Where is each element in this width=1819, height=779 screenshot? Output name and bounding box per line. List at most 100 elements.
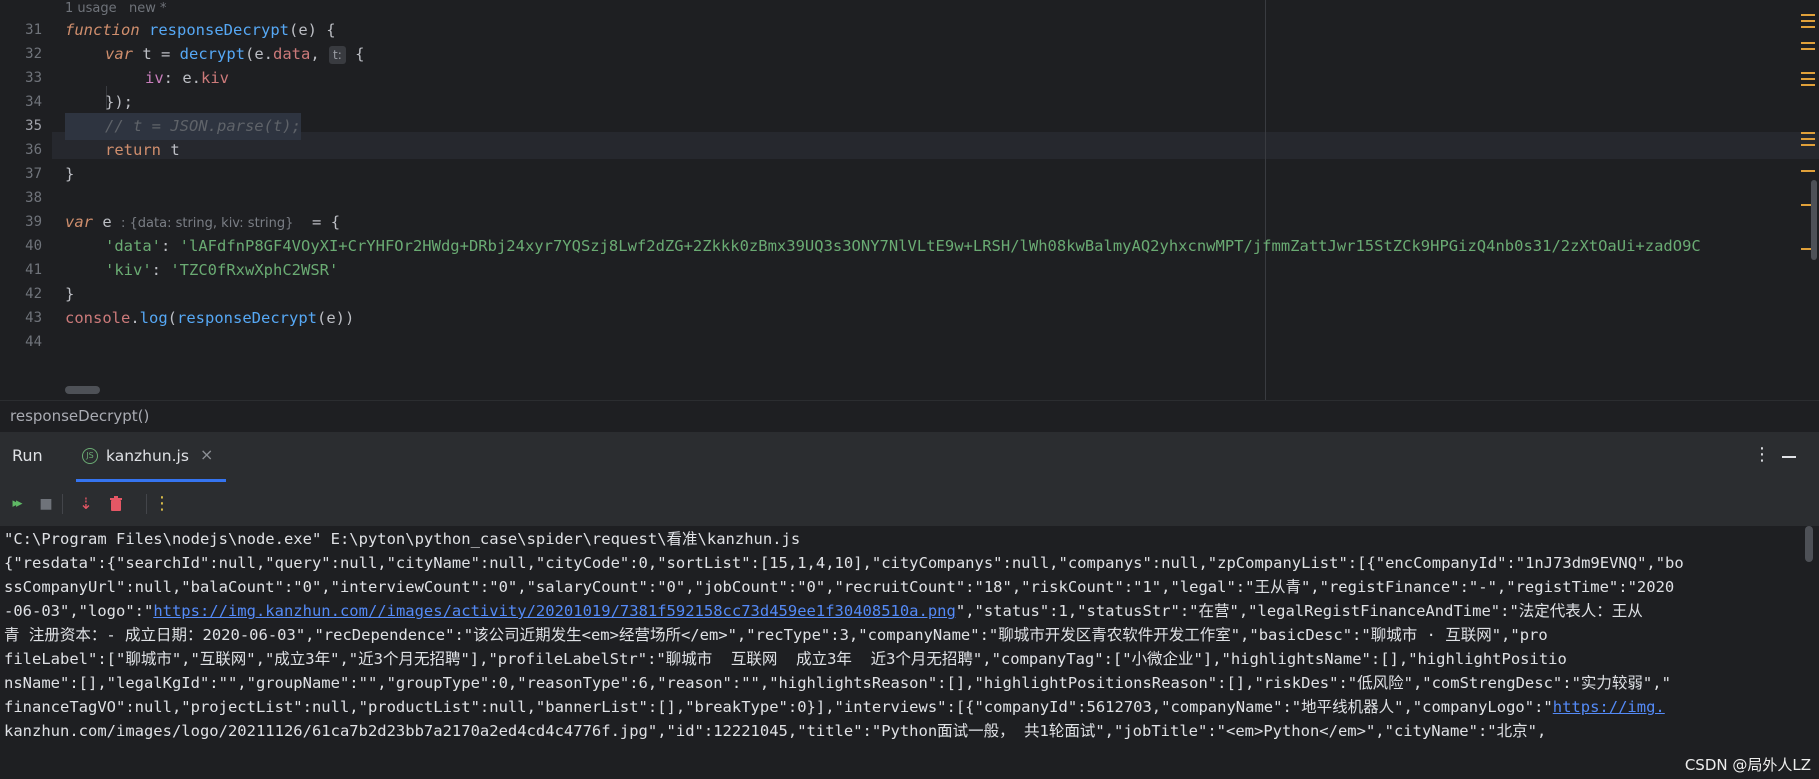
- code-text: {: [345, 45, 365, 63]
- code-line-34: });: [105, 89, 133, 116]
- function-name: responseDecrypt: [149, 21, 289, 39]
- more-options-icon[interactable]: ⋮: [152, 494, 172, 514]
- property: iv: [145, 69, 164, 87]
- line-number: 31: [25, 22, 42, 38]
- code-text: (e) {: [288, 21, 336, 39]
- code-text: t: [161, 141, 180, 159]
- code-line-33: iv: e.kiv: [145, 65, 229, 92]
- console-line: kanzhun.com/images/logo/20211126/61ca7b2…: [4, 722, 1547, 740]
- console-text: financeTagVO":null,"projectList":null,"p…: [4, 698, 1553, 716]
- comment: // t = JSON.parse(t);: [105, 117, 301, 135]
- console-output[interactable]: "C:\Program Files\nodejs\node.exe" E:\py…: [0, 526, 1819, 779]
- console-line: ssCompanyUrl":null,"balaCount":"0","inte…: [4, 578, 1675, 596]
- code-line-43: console.log(responseDecrypt(e)): [65, 305, 354, 332]
- code-line-37: }: [65, 161, 74, 188]
- run-toolbar: ▸▸ ■ ⇣ ⋮: [0, 482, 1819, 526]
- line-number: 38: [25, 190, 42, 206]
- code-text: ,: [310, 45, 329, 63]
- keyword: var: [105, 45, 133, 63]
- line-number: 34: [25, 94, 42, 110]
- breadcrumb-item[interactable]: responseDecrypt(): [10, 407, 149, 425]
- code-text: }: [65, 165, 75, 183]
- code-text: (e)): [317, 309, 355, 327]
- tab-label: kanzhun.js: [106, 447, 189, 465]
- code-line-42: }: [65, 281, 74, 308]
- console-link[interactable]: https://img.kanzhun.com//images/activity…: [153, 602, 956, 620]
- type-hint: : {data: string, kiv: string}: [121, 216, 294, 231]
- console-line: financeTagVO":null,"projectList":null,"p…: [4, 694, 1665, 721]
- stop-icon[interactable]: ■: [36, 494, 56, 514]
- string: 'lAFdfnP8GF4VOyXI+CrYHFOr2HWdg+DRbj24xyr…: [179, 237, 1701, 255]
- console-link[interactable]: https://img.: [1553, 698, 1665, 716]
- code-text: :: [151, 261, 171, 279]
- code-editor[interactable]: 31 32 33 34 35 36 37 38 39 40 41 42 43 4…: [0, 0, 1819, 400]
- code-text: : e.: [163, 69, 201, 87]
- code-text: });: [105, 93, 133, 111]
- line-number: 32: [25, 46, 42, 62]
- delete-icon[interactable]: [108, 496, 124, 512]
- console-text: ","status":1,"statusStr":"在营","legalRegi…: [955, 602, 1643, 620]
- code-line-32: var t = decrypt(e.data, t: {: [105, 41, 364, 68]
- line-number: 42: [25, 286, 42, 302]
- line-number: 44: [25, 334, 42, 350]
- keyword: var: [65, 213, 93, 231]
- console-line: 青 注册资本：- 成立日期：2020-06-03","recDependence…: [4, 626, 1548, 644]
- run-tool-window-header: Run JS kanzhun.js × ⋮: [0, 431, 1819, 482]
- keyword: return: [105, 141, 161, 159]
- editor-horizontal-scrollbar[interactable]: [65, 386, 100, 394]
- tab-kanzhun-js[interactable]: JS kanzhun.js ×: [76, 432, 226, 482]
- console-command: "C:\Program Files\nodejs\node.exe" E:\py…: [4, 530, 801, 548]
- code-line-40: 'data': 'lAFdfnP8GF4VOyXI+CrYHFOr2HWdg+D…: [105, 233, 1701, 260]
- error-stripe[interactable]: [1797, 0, 1819, 400]
- code-text: .: [130, 309, 140, 327]
- line-number: 37: [25, 166, 42, 182]
- line-number: 39: [25, 214, 42, 230]
- toolbar-separator: [62, 494, 63, 514]
- console-scrollbar[interactable]: [1805, 526, 1813, 562]
- line-number: 35: [25, 118, 42, 134]
- string: 'data': [105, 237, 161, 255]
- minimize-icon[interactable]: [1782, 456, 1796, 458]
- keyword: function: [65, 21, 140, 39]
- string: 'TZC0fRxwXphC2WSR': [170, 261, 339, 279]
- line-number: 33: [25, 70, 42, 86]
- nodejs-icon: JS: [82, 448, 98, 464]
- string: 'kiv': [105, 261, 152, 279]
- toolbar-separator: [146, 494, 147, 514]
- code-line-39: var e : {data: string, kiv: string} = {: [65, 209, 340, 236]
- code-line-36: return t: [105, 137, 180, 164]
- watermark: CSDN @局外人LZ: [1684, 756, 1811, 774]
- code-content[interactable]: function responseDecrypt(e) { var t = de…: [65, 0, 1819, 400]
- property: data: [273, 45, 311, 63]
- breadcrumb[interactable]: responseDecrypt(): [0, 400, 1819, 431]
- code-text: (: [167, 309, 178, 327]
- console-text: -06-03","logo":": [4, 602, 154, 620]
- parameter-hint: t:: [329, 46, 346, 64]
- console-line: nsName":[],"legalKgId":"","groupName":""…: [4, 674, 1671, 692]
- code-text: = {: [293, 213, 341, 231]
- function-call: log: [139, 309, 168, 327]
- function-call: decrypt: [179, 45, 245, 63]
- rerun-icon[interactable]: ▸▸: [6, 494, 26, 514]
- line-number-gutter: 31 32 33 34 35 36 37 38 39 40 41 42 43 4…: [0, 0, 52, 400]
- run-title: Run: [12, 446, 43, 465]
- line-number: 40: [25, 238, 42, 254]
- close-icon[interactable]: ×: [200, 445, 213, 464]
- console-line: fileLabel":["聊城市","互联网","成立3年","近3个月无招聘"…: [4, 650, 1567, 668]
- code-line-35: // t = JSON.parse(t);: [65, 113, 301, 140]
- editor-vertical-scrollbar[interactable]: [1811, 180, 1817, 260]
- code-line-31: function responseDecrypt(e) {: [65, 17, 336, 44]
- code-text: (e.: [245, 45, 273, 63]
- function-call: responseDecrypt: [177, 309, 317, 327]
- property: kiv: [201, 69, 229, 87]
- line-number: 41: [25, 262, 42, 278]
- code-line-41: 'kiv': 'TZC0fRxwXphC2WSR': [105, 257, 338, 284]
- console-line: -06-03","logo":"https://img.kanzhun.com/…: [4, 598, 1643, 625]
- code-text: e: [93, 213, 121, 231]
- dump-threads-icon[interactable]: ⇣: [76, 494, 96, 514]
- more-options-icon[interactable]: ⋮: [1753, 444, 1771, 465]
- code-text: t =: [133, 45, 180, 63]
- console-line: {"resdata":{"searchId":null,"query":null…: [4, 554, 1684, 572]
- line-number: 36: [25, 142, 42, 158]
- code-text: :: [161, 237, 180, 255]
